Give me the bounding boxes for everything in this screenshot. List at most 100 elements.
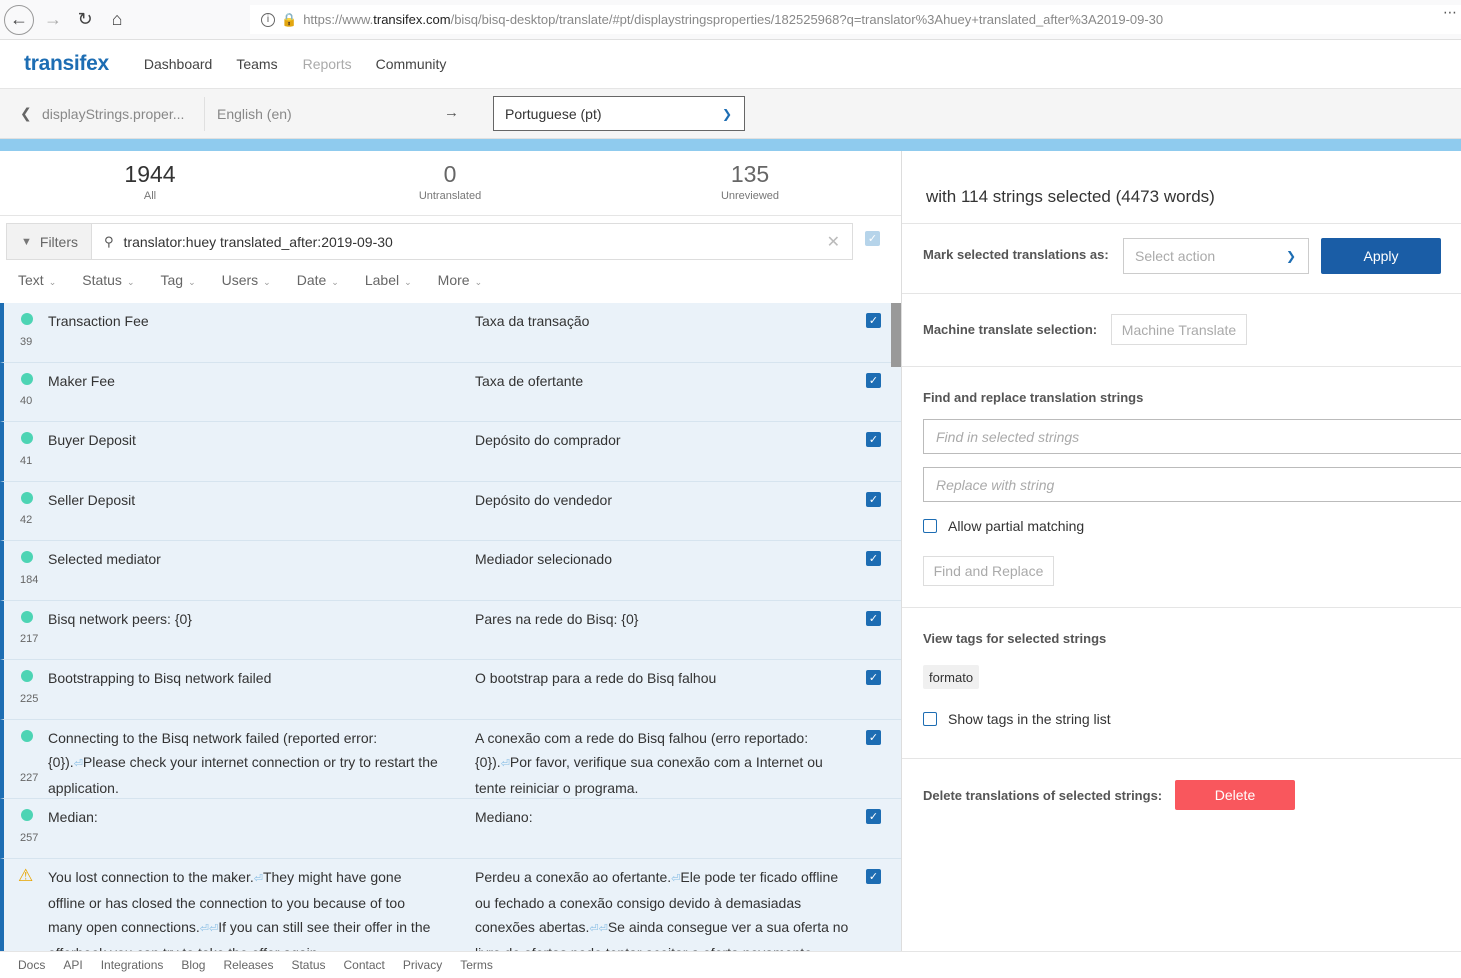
source-text: You lost connection to the maker.⏎They m… (48, 869, 431, 951)
status-dot-icon (21, 670, 33, 682)
footer-releases[interactable]: Releases (223, 958, 273, 972)
machine-translate-button[interactable]: Machine Translate (1111, 314, 1247, 345)
info-icon[interactable]: i (261, 12, 275, 27)
delete-label: Delete translations of selected strings: (923, 788, 1163, 803)
stat-untranslated-label: Untranslated (418, 190, 482, 202)
apply-button[interactable]: Apply (1321, 238, 1441, 274)
string-row[interactable]: ⚠ You lost connection to the maker.⏎They … (0, 859, 901, 951)
status-dot-icon (21, 313, 33, 325)
footer-status[interactable]: Status (291, 958, 325, 972)
filter-users[interactable]: Users ⌄ (222, 272, 271, 288)
footer-terms[interactable]: Terms (460, 958, 493, 972)
source-text: Selected mediator (48, 551, 161, 567)
scrollbar-thumb[interactable] (891, 303, 901, 367)
footer-docs[interactable]: Docs (18, 958, 45, 972)
chevron-left-icon[interactable]: ❮ (20, 105, 32, 122)
partial-matching-checkbox[interactable] (923, 519, 937, 533)
return-icon: ⏎ (500, 758, 510, 770)
partial-matching-label: Allow partial matching (948, 518, 1085, 534)
return-icon: ⏎ (73, 758, 83, 770)
stat-all-label: All (143, 190, 157, 202)
row-checkbox[interactable]: ✓ (866, 551, 881, 566)
string-row[interactable]: Median: Mediano: 257 ✓ (0, 799, 901, 859)
show-tags-option[interactable]: Show tags in the string list (923, 711, 1111, 727)
translation-text: Depósito do vendedor (475, 492, 612, 508)
string-rows: Transaction Fee Taxa da transação 39 ✓ Maker… (0, 303, 901, 951)
footer-blog[interactable]: Blog (181, 958, 205, 972)
row-checkbox[interactable]: ✓ (866, 611, 881, 626)
filter-label[interactable]: Label ⌄ (365, 272, 412, 288)
row-checkbox[interactable]: ✓ (866, 730, 881, 745)
return-icon: ⏎ (598, 923, 608, 935)
status-dot-icon (21, 492, 33, 504)
row-checkbox[interactable]: ✓ (866, 432, 881, 447)
back-arrow-icon[interactable]: ← (4, 4, 34, 35)
row-checkbox[interactable]: ✓ (866, 809, 881, 824)
string-row[interactable]: Transaction Fee Taxa da transação 39 ✓ (0, 303, 901, 363)
footer-contact[interactable]: Contact (344, 958, 385, 972)
footer-privacy[interactable]: Privacy (403, 958, 442, 972)
row-checkbox[interactable]: ✓ (866, 670, 881, 685)
show-tags-checkbox[interactable] (923, 712, 937, 726)
filter-tag[interactable]: Tag ⌄ (160, 272, 195, 288)
transifex-logo[interactable]: transifex (24, 52, 109, 76)
filters-button[interactable]: ▼ Filters (7, 224, 92, 259)
translation-text: Mediano: (475, 809, 533, 825)
bulk-actions-pane: with 114 strings selected (4473 words) M… (902, 151, 1461, 951)
source-language: English (en) (217, 106, 292, 122)
nav-reports[interactable]: Reports (303, 56, 352, 72)
string-row[interactable]: Connecting to the Bisq network failed (r… (0, 720, 901, 799)
string-row[interactable]: Selected mediator Mediador selecionado 184… (0, 541, 901, 601)
translation-text: A conexão com a rede do Bisq falhou (err… (475, 730, 823, 796)
stat-untranslated[interactable]: 0 Untranslated (300, 151, 600, 215)
row-checkbox[interactable]: ✓ (866, 869, 881, 884)
string-row[interactable]: Bisq network peers: {0} Pares na rede do … (0, 601, 901, 660)
selection-heading: with 114 strings selected (4473 words) (926, 187, 1215, 206)
more-menu-icon[interactable]: ⋯ (1443, 4, 1457, 21)
return-icon: ⏎ (253, 873, 263, 885)
source-text: Connecting to the Bisq network failed (r… (48, 730, 438, 796)
clear-icon[interactable]: ✕ (827, 232, 840, 252)
string-row[interactable]: Bootstrapping to Bisq network failed O bo… (0, 660, 901, 720)
string-row[interactable]: Buyer Deposit Depósito do comprador 41 ✓ (0, 422, 901, 482)
home-icon[interactable]: ⌂ (101, 4, 133, 36)
translation-text: Mediador selecionado (475, 551, 612, 567)
nav-teams[interactable]: Teams (236, 56, 277, 72)
filter-date[interactable]: Date ⌄ (297, 272, 339, 288)
row-checkbox[interactable]: ✓ (866, 313, 881, 328)
find-input[interactable]: Find in selected strings (923, 419, 1461, 454)
status-dot-icon (21, 432, 33, 444)
funnel-icon: ▼ (21, 235, 32, 248)
partial-matching-option[interactable]: Allow partial matching (923, 518, 1084, 534)
find-replace-button[interactable]: Find and Replace (923, 556, 1054, 586)
warning-icon: ⚠ (18, 866, 34, 885)
row-checkbox[interactable]: ✓ (866, 492, 881, 507)
nav-community[interactable]: Community (376, 56, 447, 72)
action-select[interactable]: Select action ❯ (1123, 238, 1309, 274)
source-text: Buyer Deposit (48, 432, 136, 448)
string-row[interactable]: Maker Fee Taxa de ofertante 40 ✓ (0, 363, 901, 422)
string-row[interactable]: Seller Deposit Depósito do vendedor 42 ✓ (0, 482, 901, 541)
filter-status[interactable]: Status ⌄ (82, 272, 134, 288)
source-text: Median: (48, 809, 98, 825)
resource-name[interactable]: displayStrings.proper... (42, 106, 184, 122)
stat-unreviewed[interactable]: 135 Unreviewed (600, 151, 900, 215)
footer-integrations[interactable]: Integrations (101, 958, 164, 972)
row-checkbox[interactable]: ✓ (866, 373, 881, 388)
string-number: 40 (20, 395, 33, 407)
footer-api[interactable]: API (63, 958, 82, 972)
translation-text: Pares na rede do Bisq: {0} (475, 611, 639, 627)
tag-chip: formato (923, 665, 980, 689)
nav-dashboard[interactable]: Dashboard (144, 56, 213, 72)
delete-button[interactable]: Delete (1175, 780, 1295, 810)
replace-input[interactable]: Replace with string (923, 467, 1461, 502)
filter-text[interactable]: Text ⌄ (18, 272, 56, 288)
filter-more[interactable]: More ⌄ (438, 272, 482, 288)
forward-arrow-icon[interactable]: → (37, 4, 69, 36)
target-language-select[interactable]: Portuguese (pt) ❯ (493, 96, 745, 131)
select-all-checkbox[interactable]: ✓ (865, 231, 880, 246)
search-input[interactable]: translator:huey translated_after:2019-09… (124, 234, 393, 250)
reload-icon[interactable]: ↻ (69, 4, 101, 36)
stat-all[interactable]: 1944 All (0, 151, 300, 215)
address-bar[interactable]: i 🔒 https://www.transifex.com/bisq/bisq-… (250, 5, 1461, 34)
